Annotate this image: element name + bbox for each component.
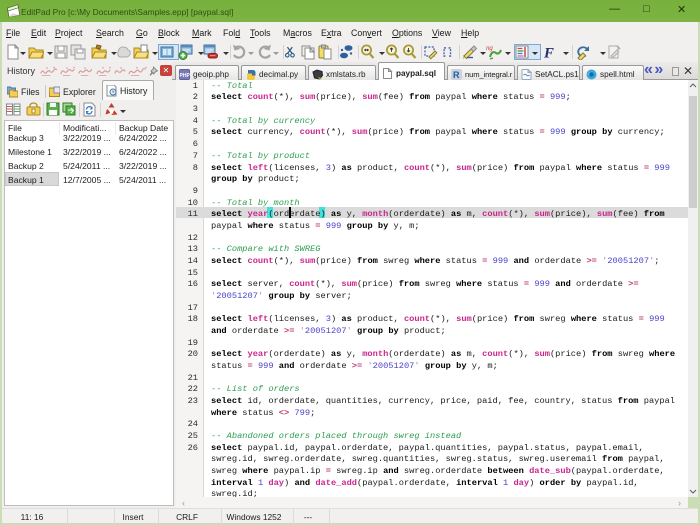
svg-text:F: F (544, 45, 554, 60)
svg-text:F: F (463, 55, 466, 60)
svg-text:ng: ng (486, 46, 493, 52)
svg-text:R: R (453, 70, 460, 80)
svg-text:PHP: PHP (180, 73, 191, 79)
